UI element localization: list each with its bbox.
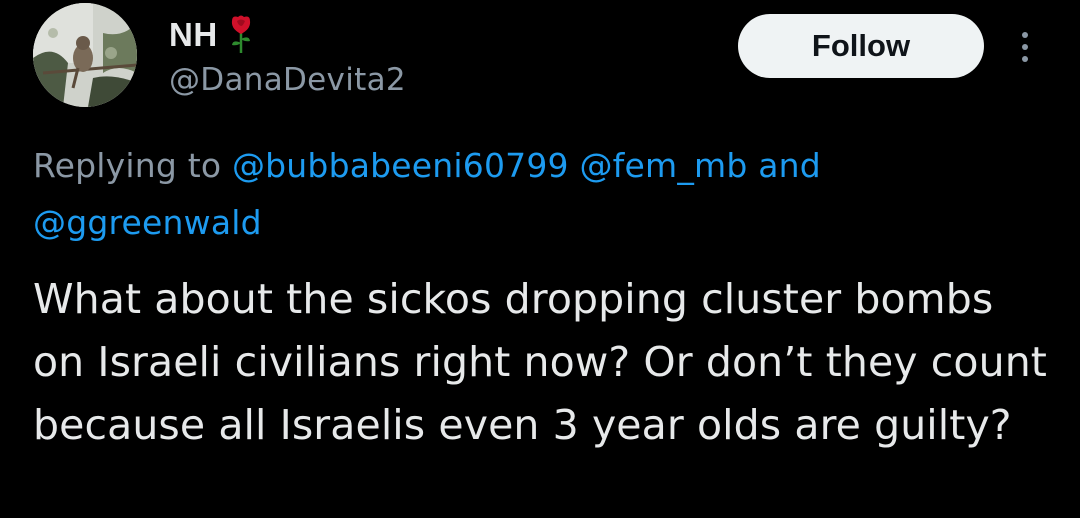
author-handle[interactable]: @DanaDevita2 — [169, 62, 406, 98]
tweet-card: NH @DanaDevita2 Follow Replying to @bubb… — [0, 0, 1080, 518]
author-display-name[interactable]: NH — [169, 16, 218, 54]
reply-conjunction[interactable]: and — [758, 146, 821, 185]
author-name-row: NH — [169, 11, 254, 59]
tweet-text: What about the sickos dropping cluster b… — [33, 275, 1047, 449]
follow-button[interactable]: Follow — [738, 14, 984, 78]
more-dot — [1022, 56, 1028, 62]
avatar-photo — [33, 3, 137, 107]
more-dot — [1022, 44, 1028, 50]
mention-link[interactable]: @bubbabeeni60799 — [232, 146, 569, 185]
mention-link[interactable]: @ggreenwald — [33, 203, 262, 242]
replying-to-label: Replying to — [33, 146, 222, 185]
mention-link[interactable]: @fem_mb — [579, 146, 747, 185]
reply-context: Replying to @bubbabeeni60799 @fem_mb and… — [33, 137, 1043, 251]
more-vertical-icon[interactable] — [1010, 22, 1040, 72]
rose-icon — [228, 15, 254, 55]
author-avatar[interactable] — [33, 3, 137, 107]
more-dot — [1022, 32, 1028, 38]
